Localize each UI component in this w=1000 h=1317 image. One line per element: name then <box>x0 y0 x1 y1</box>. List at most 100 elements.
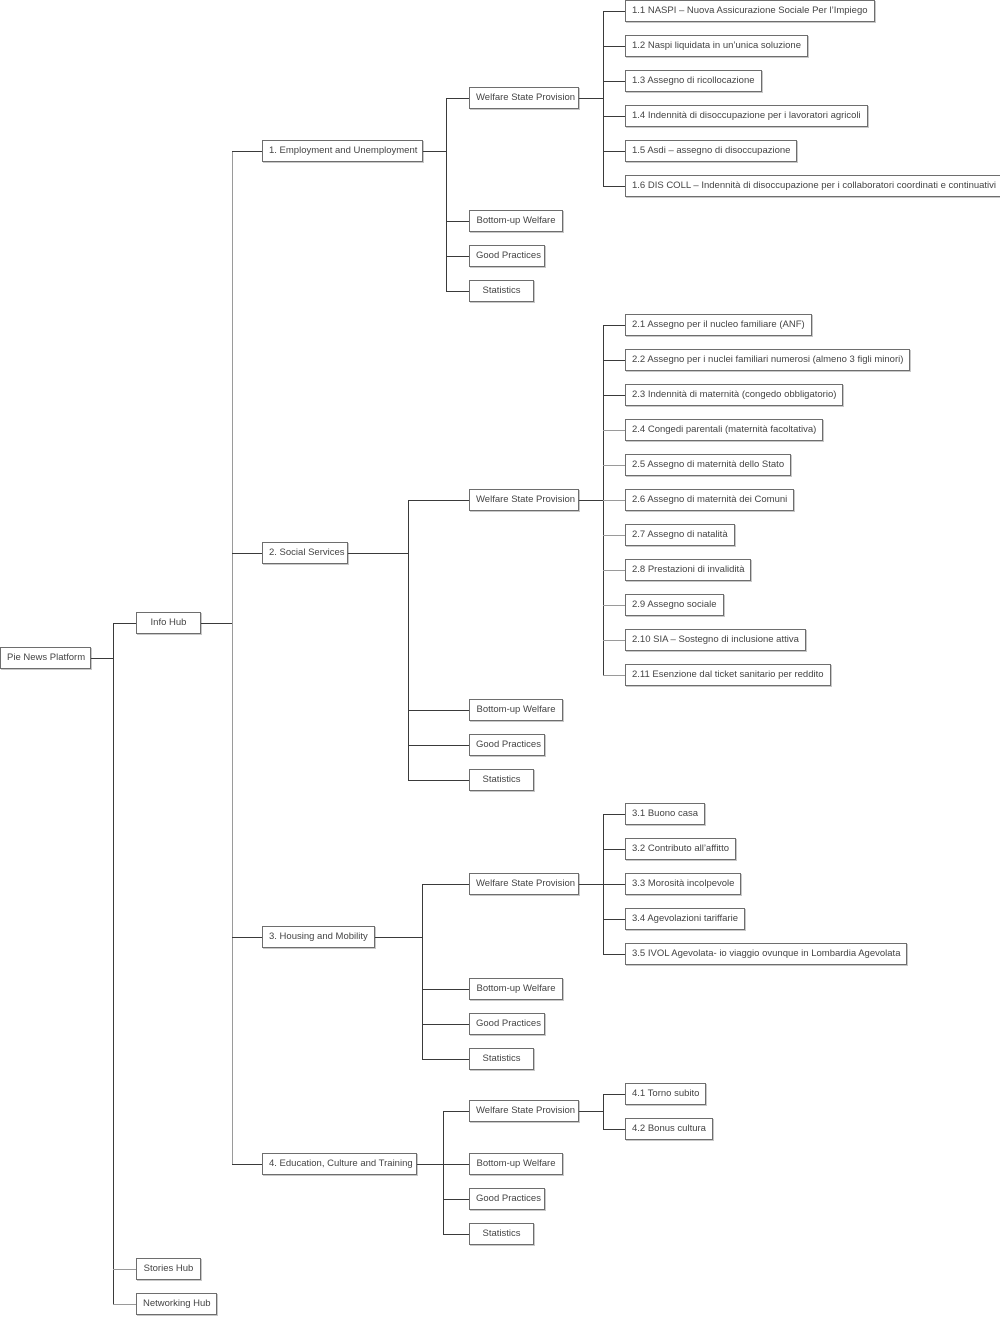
node-item-2-10[interactable]: 2.10 SIA – Sostegno di inclusione attiva <box>625 629 806 651</box>
connector-line <box>113 623 136 624</box>
node-item-2-6[interactable]: 2.6 Assegno di maternità dei Comuni <box>625 489 795 511</box>
connector-line <box>443 1164 469 1165</box>
node-item-1-5[interactable]: 1.5 Asdi – assegno di disoccupazione <box>625 140 798 162</box>
connector-line <box>603 186 625 187</box>
node-item-3-1[interactable]: 3.1 Buono casa <box>625 803 706 825</box>
node-item-4-2[interactable]: 4.2 Bonus cultura <box>625 1118 713 1140</box>
connector-line <box>603 11 604 187</box>
node-bottom-up-welfare-2[interactable]: Bottom-up Welfare <box>469 699 563 721</box>
node-category-1[interactable]: 1. Employment and Unemployment <box>262 140 423 162</box>
connector-line <box>603 500 625 501</box>
connector-line <box>443 1234 469 1235</box>
connector-line <box>446 98 447 292</box>
connector-line <box>603 360 625 361</box>
node-item-2-4[interactable]: 2.4 Congedi parentali (maternità facolta… <box>625 419 824 441</box>
node-statistics-3[interactable]: Statistics <box>469 1048 534 1070</box>
connector-line <box>603 884 625 885</box>
connector-line <box>91 658 113 659</box>
node-statistics-2[interactable]: Statistics <box>469 769 534 791</box>
connector-line <box>408 500 469 501</box>
connector-line <box>446 291 469 292</box>
connector-line <box>417 1164 443 1165</box>
connector-line <box>348 553 408 554</box>
node-item-3-3[interactable]: 3.3 Morosità incolpevole <box>625 873 742 895</box>
connector-line <box>603 395 625 396</box>
connector-line <box>603 116 625 117</box>
connector-line <box>603 675 625 676</box>
node-hub-networking-hub[interactable]: Networking Hub <box>136 1293 217 1315</box>
node-hub-stories-hub[interactable]: Stories Hub <box>136 1258 201 1280</box>
connector-line <box>446 98 469 99</box>
node-item-2-8[interactable]: 2.8 Prestazioni di invalidità <box>625 559 752 581</box>
node-good-practices-4[interactable]: Good Practices <box>469 1188 545 1210</box>
connector-line <box>443 1111 469 1112</box>
connector-line <box>603 919 625 920</box>
node-item-2-1[interactable]: 2.1 Assegno per il nucleo familiare (ANF… <box>625 314 812 336</box>
node-welfare-state-provision-3[interactable]: Welfare State Provision <box>469 873 579 895</box>
node-category-3[interactable]: 3. Housing and Mobility <box>262 926 375 948</box>
node-good-practices-2[interactable]: Good Practices <box>469 734 545 756</box>
connector-line <box>603 46 625 47</box>
connector-line <box>579 1111 603 1112</box>
connector-line <box>603 849 625 850</box>
node-good-practices-1[interactable]: Good Practices <box>469 245 545 267</box>
node-item-3-2[interactable]: 3.2 Contributo all’affitto <box>625 838 736 860</box>
node-item-2-9[interactable]: 2.9 Assegno sociale <box>625 594 724 616</box>
node-item-1-2[interactable]: 1.2 Naspi liquidata in un’unica soluzion… <box>625 35 809 57</box>
connector-line <box>603 1129 625 1130</box>
connector-line <box>443 1111 444 1235</box>
connector-line <box>408 780 469 781</box>
node-category-2[interactable]: 2. Social Services <box>262 542 348 564</box>
node-statistics-1[interactable]: Statistics <box>469 280 534 302</box>
connector-line <box>603 640 625 641</box>
connector-line <box>603 814 625 815</box>
connector-line <box>579 98 603 99</box>
node-welfare-state-provision-2[interactable]: Welfare State Provision <box>469 489 579 511</box>
connector-line <box>113 623 114 1305</box>
node-statistics-4[interactable]: Statistics <box>469 1223 534 1245</box>
connector-line <box>579 884 603 885</box>
connector-line <box>232 151 262 152</box>
node-item-2-7[interactable]: 2.7 Assegno di natalità <box>625 524 735 546</box>
node-welfare-state-provision-1[interactable]: Welfare State Provision <box>469 87 579 109</box>
node-good-practices-3[interactable]: Good Practices <box>469 1013 545 1035</box>
connector-line <box>603 465 625 466</box>
connector-line <box>603 1094 625 1095</box>
connector-line <box>408 500 409 781</box>
node-item-4-1[interactable]: 4.1 Torno subito <box>625 1083 707 1105</box>
connector-line <box>603 570 625 571</box>
connector-line <box>422 884 423 1060</box>
node-item-3-5[interactable]: 3.5 IVOL Agevolata- io viaggio ovunque i… <box>625 943 908 965</box>
node-item-2-11[interactable]: 2.11 Esenzione dal ticket sanitario per … <box>625 664 831 686</box>
connector-line <box>603 430 625 431</box>
connector-line <box>113 1304 136 1305</box>
node-bottom-up-welfare-1[interactable]: Bottom-up Welfare <box>469 210 563 232</box>
node-item-2-5[interactable]: 2.5 Assegno di maternità dello Stato <box>625 454 792 476</box>
node-welfare-state-provision-4[interactable]: Welfare State Provision <box>469 1100 579 1122</box>
connector-line <box>446 221 469 222</box>
node-bottom-up-welfare-4[interactable]: Bottom-up Welfare <box>469 1153 563 1175</box>
connector-line <box>422 884 469 885</box>
node-item-2-2[interactable]: 2.2 Assegno per i nuclei familiari numer… <box>625 349 911 371</box>
node-bottom-up-welfare-3[interactable]: Bottom-up Welfare <box>469 978 563 1000</box>
connector-line <box>603 1094 604 1130</box>
connector-line <box>375 937 422 938</box>
connector-line <box>408 710 469 711</box>
connector-line <box>232 151 233 1165</box>
node-item-1-6[interactable]: 1.6 DIS COLL – Indennità di disoccupazio… <box>625 175 1000 197</box>
node-hub-info-hub[interactable]: Info Hub <box>136 612 201 634</box>
connector-line <box>408 745 469 746</box>
node-category-4[interactable]: 4. Education, Culture and Training <box>262 1153 417 1175</box>
connector-line <box>232 553 262 554</box>
connector-line <box>232 1164 262 1165</box>
node-item-3-4[interactable]: 3.4 Agevolazioni tariffarie <box>625 908 745 930</box>
node-item-1-3[interactable]: 1.3 Assegno di ricollocazione <box>625 70 762 92</box>
node-item-2-3[interactable]: 2.3 Indennità di maternità (congedo obbl… <box>625 384 844 406</box>
node-item-1-1[interactable]: 1.1 NASPI – Nuova Assicurazione Sociale … <box>625 0 875 22</box>
connector-line <box>603 81 625 82</box>
connector-line <box>603 325 625 326</box>
node-item-1-4[interactable]: 1.4 Indennità di disoccupazione per i la… <box>625 105 868 127</box>
tree-diagram: Pie News Platform Info Hub Stories Hub Netw… <box>0 0 1000 1317</box>
connector-line <box>579 500 603 501</box>
node-root[interactable]: Pie News Platform <box>0 647 91 669</box>
